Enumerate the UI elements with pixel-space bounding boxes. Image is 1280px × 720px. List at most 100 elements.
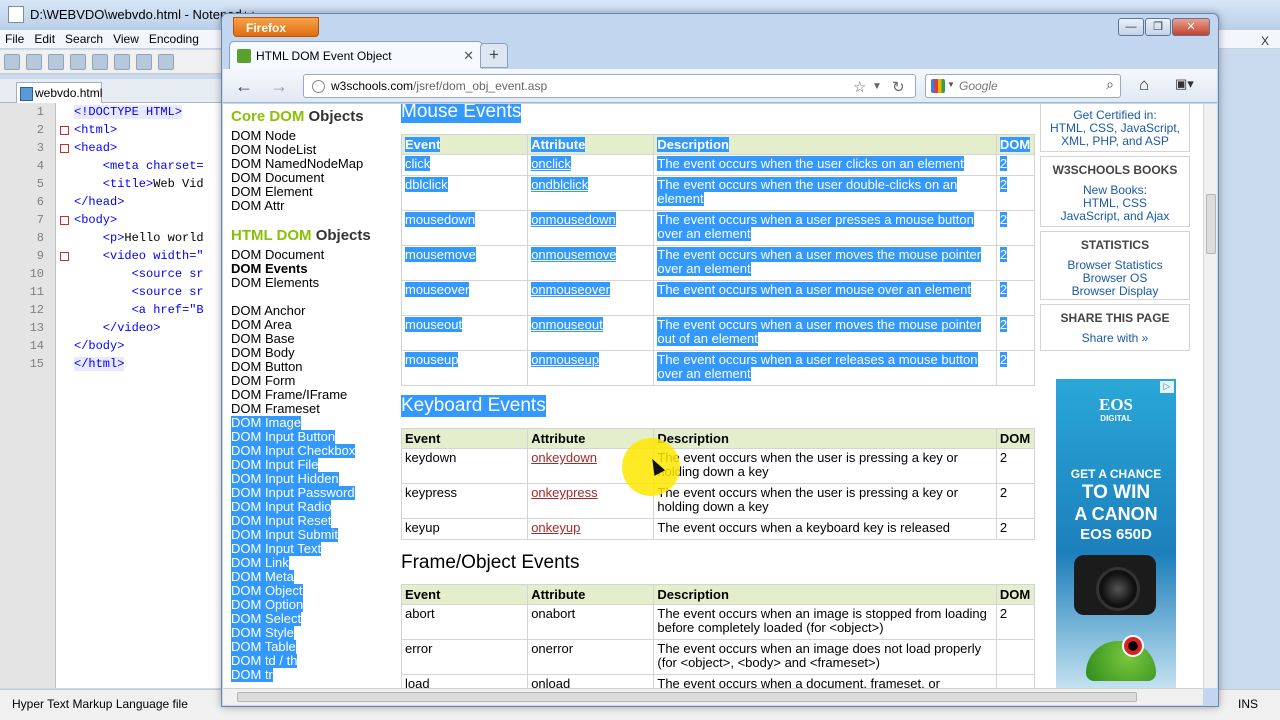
sidebar-link[interactable]: DOM Input Hidden <box>231 472 339 486</box>
sidebar-link[interactable]: DOM Element <box>231 185 313 199</box>
code-line[interactable]: </body> <box>74 339 124 353</box>
maximize-button[interactable]: ❐ <box>1145 18 1171 36</box>
code-line[interactable]: </video> <box>74 321 161 335</box>
sidebar-link[interactable]: DOM Button <box>231 360 303 374</box>
code-line[interactable]: <html> <box>74 123 117 137</box>
horizontal-scroll-thumb[interactable] <box>237 692 1137 702</box>
sidebar-link[interactable]: DOM Input Radio <box>231 500 332 514</box>
code-line[interactable]: <!DOCTYPE HTML> <box>74 105 183 119</box>
sidebar-link[interactable]: DOM Body <box>231 346 295 360</box>
sidebar-link[interactable]: DOM Area <box>231 318 292 332</box>
close-all-icon[interactable] <box>114 54 130 70</box>
forward-arrow-icon[interactable]: → <box>268 75 290 97</box>
sidebar-link[interactable]: DOM Input Reset <box>231 514 332 528</box>
menu-search[interactable]: Search <box>60 30 108 48</box>
sidebar-link[interactable]: DOM Input Button <box>231 430 336 444</box>
sidebar-link[interactable]: DOM Input Text <box>231 542 322 556</box>
vertical-scrollbar[interactable] <box>1203 104 1217 688</box>
google-engine-icon[interactable] <box>931 79 945 93</box>
sidebar-link[interactable]: DOM Style <box>231 626 294 640</box>
menu-encoding[interactable]: Encoding <box>144 30 204 48</box>
sidebar-link[interactable]: DOM Frameset <box>231 402 320 416</box>
event-attribute[interactable]: ondblclick <box>527 175 655 211</box>
tab-close-icon[interactable]: ✕ <box>463 48 474 64</box>
sidebar-link[interactable]: DOM Input Password <box>231 486 355 500</box>
share-with-link[interactable]: Share with » <box>1041 332 1189 345</box>
event-attribute[interactable]: onmousedown <box>527 210 655 246</box>
search-box[interactable]: ▼ Google ⌕ <box>925 74 1121 98</box>
sidebar-link[interactable]: DOM Option <box>231 598 304 612</box>
event-attribute[interactable]: onclick <box>527 154 655 176</box>
bookmarks-menu-icon[interactable]: ▣▾ <box>1175 76 1203 94</box>
sidebar-link[interactable]: DOM td / th <box>231 654 298 668</box>
sidebar-link[interactable]: DOM Link <box>231 556 289 570</box>
sidebar-link[interactable]: DOM Events <box>231 262 308 276</box>
search-icon[interactable]: ⌕ <box>1106 76 1114 93</box>
fold-marker-icon[interactable] <box>60 252 69 261</box>
sidebar-link[interactable]: DOM Base <box>231 332 295 346</box>
save-all-icon[interactable] <box>70 54 86 70</box>
fold-marker-icon[interactable] <box>60 126 69 135</box>
event-attribute[interactable]: onmouseout <box>527 315 655 351</box>
bookmark-star-icon[interactable]: ☆ <box>853 78 866 96</box>
vertical-scroll-thumb[interactable] <box>1206 194 1216 254</box>
code-line[interactable]: <meta charset= <box>74 159 204 173</box>
certification-box[interactable]: Get Certified in: HTML, CSS, JavaScript,… <box>1040 104 1190 152</box>
back-arrow-icon[interactable]: ← <box>233 75 255 97</box>
sidebar-link[interactable]: DOM Anchor <box>231 304 305 318</box>
canon-advertisement[interactable]: ▷ EOS DIGITAL GET A CHANCE TO WIN A CANO… <box>1056 379 1176 688</box>
sidebar-link[interactable]: DOM Input File <box>231 458 319 472</box>
sidebar-link[interactable]: DOM Meta <box>231 570 294 584</box>
code-line[interactable]: <source sr <box>74 285 204 299</box>
menu-edit[interactable]: Edit <box>29 30 60 48</box>
code-line[interactable]: <a href="B <box>74 303 204 317</box>
open-file-icon[interactable] <box>26 54 42 70</box>
sidebar-link[interactable]: DOM tr <box>231 668 273 682</box>
sidebar-link[interactable]: DOM Document <box>231 248 324 262</box>
event-attribute[interactable]: onmousemove <box>527 245 655 281</box>
menu-file[interactable]: File <box>0 30 29 48</box>
cut-icon[interactable] <box>158 54 174 70</box>
browser-display-link[interactable]: Browser Display <box>1041 285 1189 298</box>
event-attribute[interactable]: onmouseup <box>527 350 655 386</box>
event-attribute[interactable]: onmouseover <box>527 280 655 316</box>
sidebar-link[interactable]: DOM Input Submit <box>231 528 338 542</box>
code-line[interactable]: <video width=" <box>74 249 204 263</box>
code-line[interactable]: <p>Hello world <box>74 231 204 245</box>
books-line-3[interactable]: JavaScript, and Ajax <box>1041 210 1189 223</box>
sidebar-link[interactable]: DOM NodeList <box>231 143 316 157</box>
code-line[interactable]: </head> <box>74 195 124 209</box>
event-attribute[interactable]: onkeyup <box>527 518 655 540</box>
sidebar-link[interactable]: DOM Elements <box>231 276 319 290</box>
fold-marker-icon[interactable] <box>60 144 69 153</box>
code-line[interactable]: </html> <box>74 357 125 371</box>
url-dropdown-icon[interactable]: ▼ <box>872 81 882 92</box>
sidebar-link[interactable]: DOM Input Checkbox <box>231 444 356 458</box>
code-line[interactable]: <head> <box>74 141 117 155</box>
close-icon[interactable] <box>92 54 108 70</box>
code-line[interactable]: <body> <box>74 213 117 227</box>
minimize-button[interactable]: — <box>1118 18 1144 36</box>
close-window-button[interactable]: ✕ <box>1172 18 1210 36</box>
notepad-editor[interactable]: 1 <!DOCTYPE HTML> 2 <html> 3 <head> 4 <meta ch… <box>0 103 230 688</box>
home-icon[interactable]: ⌂ <box>1139 75 1149 95</box>
sidebar-link[interactable]: DOM Table <box>231 640 296 654</box>
save-icon[interactable] <box>48 54 64 70</box>
sidebar-link[interactable]: DOM Object <box>231 584 303 598</box>
firefox-menu-button[interactable]: Firefox <box>233 17 319 37</box>
url-bar[interactable]: w3schools.com/jsref/dom_obj_event.asp ☆ … <box>303 74 916 98</box>
sidebar-link[interactable]: DOM Frame/IFrame <box>231 388 347 402</box>
site-identity-icon[interactable] <box>312 80 325 93</box>
sidebar-link[interactable]: DOM Image <box>231 416 302 430</box>
notepad-close-doc-button[interactable]: X <box>1256 32 1274 50</box>
sidebar-link[interactable]: DOM Node <box>231 129 296 143</box>
menu-view[interactable]: View <box>108 30 144 48</box>
engine-dropdown-icon[interactable]: ▼ <box>947 80 955 89</box>
notepad-tab-webvdo[interactable]: webvdo.html <box>16 82 102 103</box>
reload-icon[interactable]: ↻ <box>892 78 905 96</box>
print-icon[interactable] <box>136 54 152 70</box>
code-line[interactable]: <title>Web Vid <box>74 177 204 191</box>
new-tab-button[interactable]: + <box>480 43 508 68</box>
horizontal-scrollbar[interactable] <box>223 688 1203 705</box>
sidebar-link[interactable]: DOM Attr <box>231 199 284 213</box>
